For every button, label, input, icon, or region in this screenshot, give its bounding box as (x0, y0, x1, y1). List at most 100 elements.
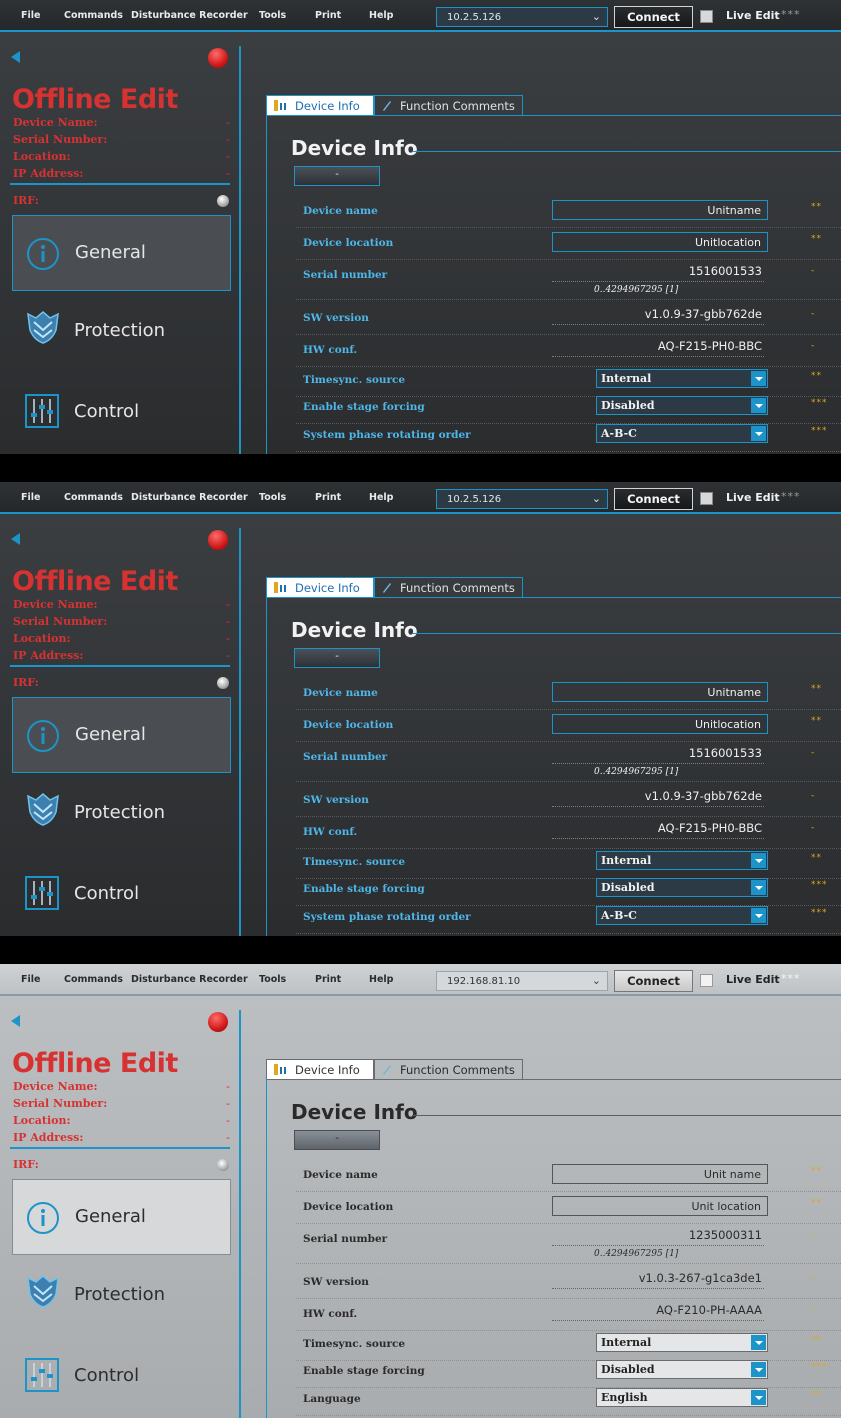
collapse-button[interactable]: - (294, 648, 380, 668)
setting-text-field[interactable]: Unitlocation (552, 714, 768, 734)
setting-row: HW conf. AQ-F215-PH0-BBC - (296, 821, 841, 849)
nav-item-general[interactable]: General (12, 1179, 231, 1255)
nav-item-control[interactable]: Control (12, 375, 231, 451)
menu-help[interactable]: Help (369, 492, 393, 503)
live-edit-access-level: *** (781, 972, 801, 985)
tab-device-info[interactable]: Device Info (266, 577, 374, 598)
setting-range: 0..4294967295 [1] (594, 285, 679, 295)
setting-text-field[interactable]: Unitlocation (552, 232, 768, 252)
setting-dropdown[interactable]: Internal (596, 851, 768, 870)
chevron-down-icon[interactable]: ⌄ (592, 974, 601, 987)
menu-commands[interactable]: Commands (64, 10, 123, 21)
setting-dropdown[interactable]: Disabled (596, 878, 768, 897)
menu-help[interactable]: Help (369, 974, 393, 985)
setting-dropdown[interactable]: English (596, 1388, 768, 1407)
serial-number-label: Serial Number: (13, 133, 108, 146)
setting-dropdown[interactable]: Disabled (596, 396, 768, 415)
collapse-button[interactable]: - (294, 1130, 380, 1150)
menu-commands[interactable]: Commands (64, 492, 123, 503)
menu-print[interactable]: Print (315, 492, 341, 503)
nav-item-general[interactable]: General (12, 215, 231, 291)
setting-row: Device location Unit location ** (296, 1196, 841, 1224)
setting-dropdown-value: Internal (601, 854, 652, 867)
back-arrow-icon[interactable] (11, 533, 20, 545)
main-content: Device Info Function Comments Device Inf… (241, 514, 841, 936)
device-name-label: Device Name: (13, 1080, 98, 1093)
menu-help[interactable]: Help (369, 10, 393, 21)
content-border (266, 1078, 267, 1418)
live-edit-checkbox[interactable] (700, 10, 713, 23)
connect-button[interactable]: Connect (614, 6, 693, 28)
pencil-icon (383, 1065, 391, 1075)
sliders-icon (25, 876, 59, 910)
menu-commands[interactable]: Commands (64, 974, 123, 985)
ip-address-combobox[interactable]: 10.2.5.126 ⌄ (436, 7, 608, 27)
setting-label: SW version (303, 1276, 369, 1288)
menu-file[interactable]: File (21, 492, 40, 503)
menu-bar: File Commands Disturbance Recorder Tools… (0, 0, 841, 32)
menu-tools[interactable]: Tools (259, 492, 286, 503)
connect-button[interactable]: Connect (614, 488, 693, 510)
menu-disturbance-recorder[interactable]: Disturbance Recorder (131, 492, 248, 503)
back-arrow-icon[interactable] (11, 51, 20, 63)
menu-file[interactable]: File (21, 974, 40, 985)
serial-number-value: - (226, 1097, 230, 1110)
nav-item-general[interactable]: General (12, 697, 231, 773)
setting-row: SW version v1.0.3-267-g1ca3de1 - (296, 1271, 841, 1299)
device-name-value: - (226, 598, 230, 611)
tab-function-comments[interactable]: Function Comments (374, 577, 523, 598)
setting-text-field[interactable]: Unit location (552, 1196, 768, 1216)
row-separator (296, 816, 841, 817)
nav-item-control[interactable]: Control (12, 857, 231, 933)
menu-file[interactable]: File (21, 10, 40, 21)
menu-disturbance-recorder[interactable]: Disturbance Recorder (131, 974, 248, 985)
ip-address-combobox[interactable]: 10.2.5.126 ⌄ (436, 489, 608, 509)
setting-dropdown[interactable]: Disabled (596, 1360, 768, 1379)
setting-text-field[interactable]: Unit name (552, 1164, 768, 1184)
setting-dropdown[interactable]: Internal (596, 369, 768, 388)
ip-address-combobox[interactable]: 192.168.81.10 ⌄ (436, 971, 608, 991)
live-edit-checkbox[interactable] (700, 492, 713, 505)
setting-dropdown[interactable]: Internal (596, 1333, 768, 1352)
tab-function-comments[interactable]: Function Comments (374, 1059, 523, 1080)
tab-device-info[interactable]: Device Info (266, 1059, 374, 1080)
chevron-down-icon[interactable] (751, 1390, 766, 1405)
setting-dropdown[interactable]: A-B-C (596, 424, 768, 443)
nav-item-control[interactable]: Control (12, 1339, 231, 1415)
chevron-down-icon[interactable] (751, 371, 766, 386)
collapse-button[interactable]: - (294, 166, 380, 186)
value-underline (552, 838, 764, 839)
back-arrow-icon[interactable] (11, 1015, 20, 1027)
menu-print[interactable]: Print (315, 974, 341, 985)
menu-tools[interactable]: Tools (259, 974, 286, 985)
menu-tools[interactable]: Tools (259, 10, 286, 21)
setting-label: Enable stage forcing (303, 883, 425, 895)
setting-text-field[interactable]: Unitname (552, 682, 768, 702)
chevron-down-icon[interactable]: ⌄ (592, 492, 601, 505)
ip-address-label: IP Address: (13, 167, 84, 180)
chevron-down-icon[interactable] (751, 1362, 766, 1377)
menu-print[interactable]: Print (315, 10, 341, 21)
nav-item-protection[interactable]: Protection (12, 776, 231, 852)
location-label: Location: (13, 150, 71, 163)
connect-button[interactable]: Connect (614, 970, 693, 992)
chevron-down-icon[interactable] (751, 398, 766, 413)
chevron-down-icon[interactable] (751, 1335, 766, 1350)
irf-label: IRF: (13, 194, 39, 207)
chevron-down-icon[interactable] (751, 426, 766, 441)
nav-item-protection[interactable]: Protection (12, 294, 231, 370)
tab-device-info-label: Device Info (295, 99, 360, 113)
setting-text-field[interactable]: Unitname (552, 200, 768, 220)
info-icon (27, 238, 59, 270)
chevron-down-icon[interactable] (751, 853, 766, 868)
live-edit-access-level: *** (781, 8, 801, 21)
chevron-down-icon[interactable] (751, 908, 766, 923)
chevron-down-icon[interactable]: ⌄ (592, 10, 601, 23)
tab-function-comments[interactable]: Function Comments (374, 95, 523, 116)
menu-disturbance-recorder[interactable]: Disturbance Recorder (131, 10, 248, 21)
setting-dropdown[interactable]: A-B-C (596, 906, 768, 925)
chevron-down-icon[interactable] (751, 880, 766, 895)
live-edit-checkbox[interactable] (700, 974, 713, 987)
nav-item-protection[interactable]: Protection (12, 1258, 231, 1334)
tab-device-info[interactable]: Device Info (266, 95, 374, 116)
